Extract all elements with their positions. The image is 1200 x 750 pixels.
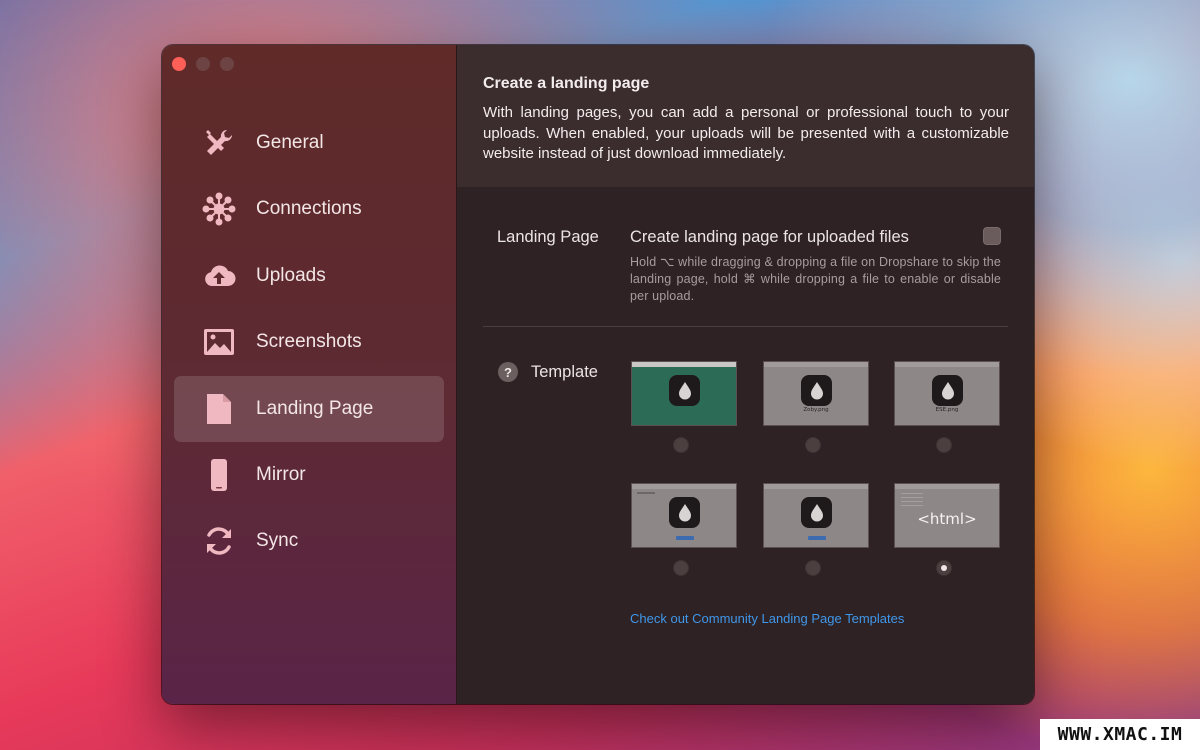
template-radio-1[interactable] (673, 437, 689, 453)
drop-logo-icon (801, 497, 832, 528)
thumbnail-titlebar (632, 484, 736, 489)
thumbnail-code-lines (901, 493, 923, 494)
phone-icon (202, 458, 236, 492)
sidebar-item-mirror[interactable]: Mirror (174, 442, 444, 508)
sidebar-item-label: Screenshots (256, 331, 362, 353)
thumbnail-text-line (637, 492, 655, 494)
template-thumbnail-html[interactable]: <html> (894, 483, 1000, 548)
section-divider (483, 326, 1008, 327)
template-radio-3[interactable] (936, 437, 952, 453)
drop-logo-icon (932, 375, 963, 406)
settings-content: Create a landing page With landing pages… (457, 45, 1034, 704)
sidebar-nav: General Connections Uploads Screenshots … (174, 110, 444, 575)
sidebar-item-label: Landing Page (256, 397, 374, 419)
sidebar-item-label: Sync (256, 530, 299, 552)
template-thumbnail-button-2[interactable] (763, 483, 869, 548)
network-icon (202, 192, 236, 226)
template-radio-4[interactable] (673, 560, 689, 576)
thumbnail-download-button (808, 536, 826, 540)
thumbnail-caption: Zoby.png (803, 407, 829, 413)
landing-page-help-text: Hold ⌥ while dragging & dropping a file … (630, 255, 1001, 303)
page-description: With landing pages, you can add a person… (483, 104, 1009, 162)
description-panel: Create a landing page With landing pages… (457, 45, 1034, 187)
template-thumbnail-green[interactable] (631, 361, 737, 426)
template-radio-5[interactable] (805, 560, 821, 576)
thumbnail-caption: ESE.png (935, 407, 959, 413)
minimize-window-button[interactable] (196, 57, 210, 71)
document-icon (202, 392, 236, 426)
thumbnail-titlebar (764, 362, 868, 367)
sidebar-item-landing-page[interactable]: Landing Page (174, 375, 444, 442)
community-templates-link[interactable]: Check out Community Landing Page Templat… (630, 611, 904, 626)
sidebar-item-label: Connections (256, 198, 362, 220)
sidebar-item-label: Uploads (256, 264, 326, 286)
thumbnail-caption: <html> (917, 510, 977, 528)
watermark: WWW.XMAC.IM (1040, 719, 1200, 750)
thumbnail-titlebar (632, 362, 736, 367)
drop-logo-icon (669, 375, 700, 406)
sidebar-item-sync[interactable]: Sync (174, 508, 444, 574)
window-controls (172, 57, 234, 71)
sidebar-item-connections[interactable]: Connections (174, 176, 444, 242)
template-thumbnail-button[interactable] (631, 483, 737, 548)
tools-icon (202, 126, 236, 160)
template-thumbnail-file[interactable]: Zoby.png (763, 361, 869, 426)
sidebar-item-label: Mirror (256, 463, 306, 485)
cloud-upload-icon (202, 259, 236, 293)
sidebar-item-label: General (256, 132, 324, 153)
template-label: Template (531, 363, 598, 381)
landing-page-option-label: Create landing page for uploaded files (630, 228, 909, 246)
sync-icon (202, 524, 236, 558)
sidebar-item-general[interactable]: General (174, 110, 444, 176)
page-title: Create a landing page (483, 75, 650, 92)
image-icon (202, 325, 236, 359)
thumbnail-titlebar (895, 484, 999, 489)
sidebar: General Connections Uploads Screenshots … (162, 45, 457, 704)
sidebar-item-uploads[interactable]: Uploads (174, 243, 444, 309)
thumbnail-titlebar (764, 484, 868, 489)
template-radio-6[interactable] (936, 560, 952, 576)
preferences-window: General Connections Uploads Screenshots … (162, 45, 1034, 704)
thumbnail-download-button (676, 536, 694, 540)
template-radio-2[interactable] (805, 437, 821, 453)
drop-logo-icon (801, 375, 832, 406)
maximize-window-button[interactable] (220, 57, 234, 71)
landing-page-label: Landing Page (497, 228, 599, 246)
landing-page-checkbox[interactable] (983, 227, 1001, 245)
help-button[interactable]: ? (498, 362, 518, 382)
close-window-button[interactable] (172, 57, 186, 71)
drop-logo-icon (669, 497, 700, 528)
thumbnail-titlebar (895, 362, 999, 367)
template-thumbnail-file-2[interactable]: ESE.png (894, 361, 1000, 426)
sidebar-item-screenshots[interactable]: Screenshots (174, 309, 444, 375)
